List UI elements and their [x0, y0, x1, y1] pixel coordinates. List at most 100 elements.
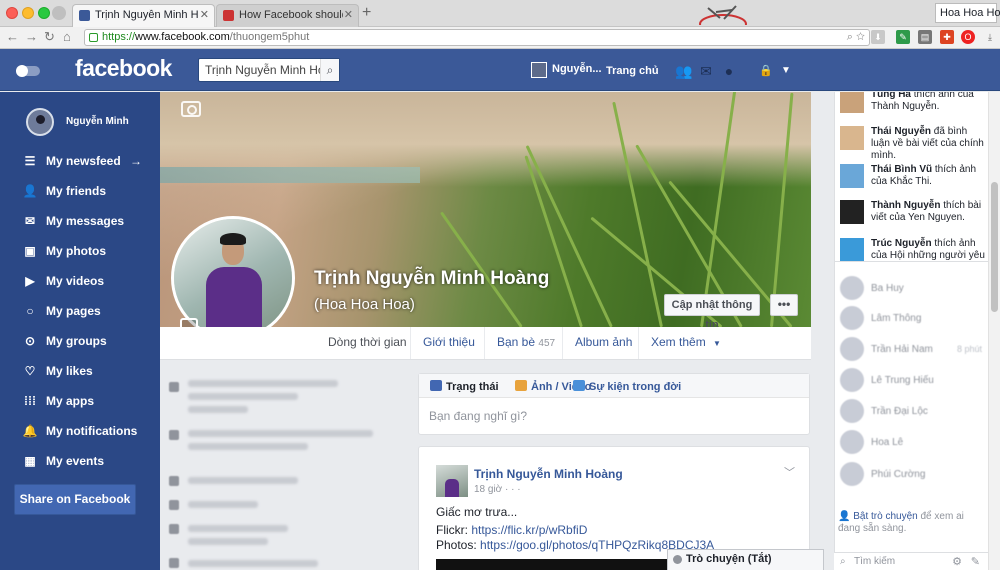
tab-timeline[interactable]: Dòng thời gian	[316, 327, 419, 359]
location-icon	[169, 524, 179, 534]
account-menu-icon[interactable]: ▼	[778, 63, 794, 79]
status-input[interactable]: Bạn đang nghĩ gì?	[429, 409, 527, 423]
chat-friend-name: Lâm Thông	[871, 313, 922, 324]
new-message-icon[interactable]: ✎	[971, 555, 980, 568]
toggle-icon[interactable]	[16, 65, 40, 77]
sidebar-item-friends[interactable]: 👤 My friends	[22, 184, 160, 204]
post-timestamp[interactable]: 18 giờ · · ·	[474, 484, 521, 495]
cover-grass	[525, 145, 613, 327]
minimize-window-button[interactable]	[22, 7, 34, 19]
tab-friends[interactable]: Bạn bè 457	[484, 327, 567, 359]
avatar	[840, 337, 864, 361]
post-author[interactable]: Trịnh Nguyễn Minh Hoàng	[474, 467, 623, 481]
update-info-button[interactable]: Cập nhật thông tin	[664, 294, 760, 331]
change-cover-camera-icon[interactable]	[181, 101, 201, 117]
profile-name[interactable]: Trịnh Nguyễn Minh Hoàng	[314, 268, 549, 290]
enable-chat-link[interactable]: Bật trò chuyện	[853, 511, 917, 522]
chat-friend[interactable]: Hoa Lê	[840, 430, 988, 456]
privacy-lock-icon[interactable]: 🔒	[758, 63, 774, 79]
sidebar-item-pages[interactable]: ○ My pages	[22, 304, 160, 324]
flickr-link[interactable]: https://flic.kr/p/wRbfiD	[471, 523, 587, 537]
chat-bar[interactable]: Trò chuyện (Tắt)	[667, 549, 824, 570]
post-media[interactable]	[436, 559, 671, 570]
header-user-name: Nguyễn...	[552, 63, 602, 75]
ticker-item[interactable]: Thái Bình Vũ thích ảnh của Khắc Thi.	[840, 164, 988, 188]
browser-profile-button[interactable]: Hoa Hoa Hoa	[935, 3, 1000, 23]
friend-requests-icon[interactable]: 👥	[675, 63, 692, 79]
notifications-globe-icon[interactable]: ●	[721, 63, 737, 79]
close-tab-icon[interactable]: ✕	[200, 8, 209, 21]
ticker-item[interactable]: Thành Nguyễn thích bài viết của Yen Nguy…	[840, 200, 988, 224]
flag-icon: ○	[26, 304, 34, 318]
chat-friend[interactable]: Trần Đại Lộc	[840, 399, 988, 425]
share-on-facebook-button[interactable]: Share on Facebook	[14, 484, 136, 515]
close-window-button[interactable]	[6, 7, 18, 19]
ghost-extension-icon[interactable]	[52, 6, 66, 20]
reload-icon[interactable]: ↻	[44, 29, 55, 45]
search-input[interactable]: Trịnh Nguyễn Minh Hoàn	[198, 58, 340, 82]
avatar	[840, 399, 864, 423]
sidebar-item-likes[interactable]: ♡ My likes	[22, 364, 160, 384]
chat-friend[interactable]: Ba Huy	[840, 276, 988, 302]
address-bar[interactable]: https://www.facebook.com/thuongem5phut ⌕…	[84, 29, 870, 46]
home-link[interactable]: Trang chủ	[606, 65, 659, 77]
messages-icon[interactable]: ✉	[698, 63, 714, 79]
tab-about[interactable]: Giới thiệu	[410, 327, 487, 359]
scrollbar-thumb[interactable]	[991, 182, 998, 312]
composer-tab-life-event[interactable]: Sự kiện trong đời	[573, 380, 681, 393]
chat-friend[interactable]: Lê Trung Hiếu	[840, 368, 988, 394]
browser-tab-active[interactable]: Trịnh Nguyễn Minh Hoàng ✕	[72, 4, 215, 27]
tab-photos[interactable]: Album ảnh	[562, 327, 644, 359]
chat-friend-name: Lê Trung Hiếu	[871, 375, 934, 386]
chat-friend[interactable]: Phúi Cường	[840, 462, 988, 488]
header-profile-link[interactable]: Nguyễn...	[531, 62, 602, 79]
bookmark-star-icon[interactable]: ☆	[856, 31, 865, 43]
sidebar-item-newsfeed[interactable]: ☰ My newsfeed →	[22, 154, 160, 174]
more-options-button[interactable]: •••	[770, 294, 798, 316]
sidebar-item-events[interactable]: ▦ My events	[22, 454, 160, 474]
ticker-item[interactable]: Thái Nguyễn đã bình luận về bài viết của…	[840, 126, 988, 162]
back-arrow-icon[interactable]: ←	[6, 29, 19, 44]
sidebar-item-apps[interactable]: ⁞⁞⁞ My apps	[22, 394, 160, 414]
avatar[interactable]	[436, 465, 468, 497]
new-tab-button[interactable]: +	[362, 4, 371, 22]
envelope-icon: ✉	[24, 214, 36, 228]
browser-tab-inactive[interactable]: How Facebook should be d ✕	[216, 4, 359, 27]
sidebar-item-videos[interactable]: ▶ My videos	[22, 274, 160, 294]
close-tab-icon[interactable]: ✕	[344, 8, 353, 21]
scrollbar[interactable]	[988, 92, 1000, 570]
sidebar-item-label: My photos	[46, 244, 106, 258]
download-icon[interactable]: ⤓	[983, 30, 997, 44]
intro-line	[188, 477, 298, 484]
gear-icon[interactable]: ⚙	[952, 555, 962, 568]
zoom-icon[interactable]: ⌕	[847, 31, 853, 43]
sidebar-item-photos[interactable]: ▣ My photos	[22, 244, 160, 264]
chat-friend[interactable]: Trần Hải Nam 8 phút	[840, 337, 988, 363]
facebook-logo[interactable]: facebook	[75, 55, 172, 82]
evernote-ext-icon[interactable]: ✎	[896, 30, 910, 44]
download-ext-icon[interactable]: ⬇	[871, 30, 885, 44]
plus-ext-icon[interactable]: ✚	[940, 30, 954, 44]
clipboard-ext-icon[interactable]: ▤	[918, 30, 932, 44]
tab-more[interactable]: Xem thêm ▼	[638, 327, 733, 359]
zoom-window-button[interactable]	[38, 7, 50, 19]
intro-line	[188, 560, 318, 567]
sidebar-item-groups[interactable]: ⊙ My groups	[22, 334, 160, 354]
search-icon: ⌕	[840, 556, 846, 567]
chat-search[interactable]: ⌕ Tìm kiếm ⚙ ✎	[834, 552, 988, 570]
search-icon[interactable]: ⌕	[320, 59, 339, 81]
chat-friend-name: Phúi Cường	[871, 469, 926, 480]
ticker-item[interactable]: Trúc Nguyễn thích ảnh của Hội những ngườ…	[840, 238, 988, 261]
flag-icon	[573, 380, 585, 391]
chevron-down-icon[interactable]: ﹀	[784, 464, 795, 480]
avatar	[840, 462, 864, 486]
forward-arrow-icon[interactable]: →	[25, 29, 38, 44]
home-icon[interactable]: ⌂	[63, 29, 71, 44]
sidebar-item-notifications[interactable]: 🔔 My notifications	[22, 424, 160, 444]
browser-tab-bar: Trịnh Nguyễn Minh Hoàng ✕ How Facebook s…	[0, 0, 1000, 27]
composer-tab-status[interactable]: Trạng thái	[430, 380, 499, 393]
opera-ext-icon[interactable]: O	[961, 30, 975, 44]
ticker-item[interactable]: Tùng Hà thích ảnh của Thành Nguyễn.	[840, 92, 988, 113]
sidebar-item-messages[interactable]: ✉ My messages	[22, 214, 160, 234]
chat-friend[interactable]: Lâm Thông	[840, 306, 988, 332]
